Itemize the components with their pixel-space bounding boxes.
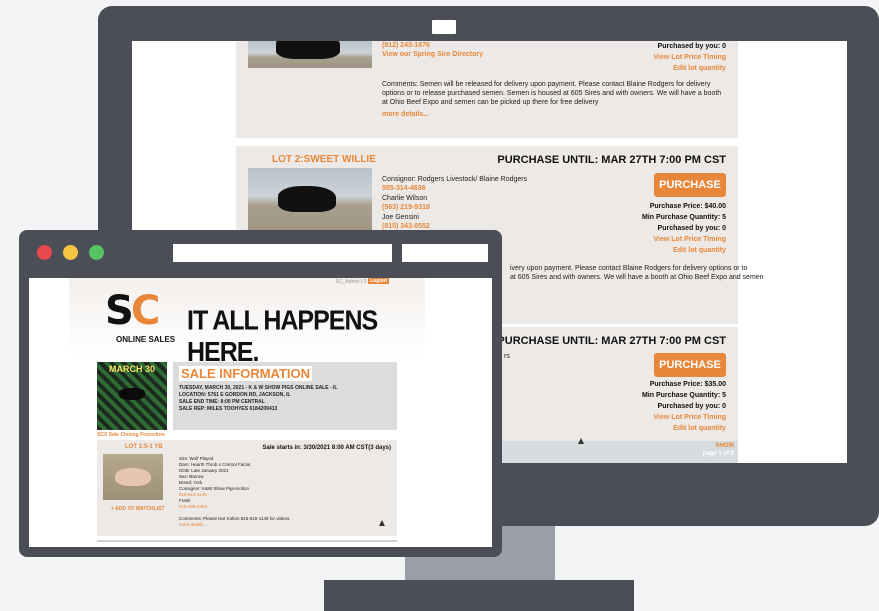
logo-c: C	[131, 288, 161, 334]
consignor-phone[interactable]: (812) 243-1676	[382, 41, 430, 50]
lot-comments: Comments: Please text Kolton 815-515-114…	[179, 516, 291, 521]
lot-breed: Breed: York	[179, 480, 203, 485]
sale-end-time: SALE END TIME: 8:00 PM CENTRAL	[179, 399, 265, 405]
lot-title[interactable]: LOT 1:5-1 YB	[125, 444, 163, 450]
more-details-link[interactable]: more details...	[179, 522, 207, 527]
lot-dam: Dam: Hearth Throb x Control Factor	[179, 462, 251, 467]
browser-viewport: SC_Admin | 0 Items Logout S C ONLINE SAL…	[29, 278, 492, 547]
edit-lot-quantity-link[interactable]: Edit lot quantity	[654, 63, 726, 74]
bull-photo	[248, 168, 372, 230]
minimize-window-icon[interactable]	[63, 245, 78, 260]
site-header: SC_Admin | 0 Items Logout S C ONLINE SAL…	[69, 278, 425, 368]
lot-consignor: Consignor: K&W Show Pigs-Kolton	[179, 486, 250, 491]
hog-image	[119, 388, 145, 400]
min-purchase-quantity: Min Purchase Quantity: 5	[641, 392, 726, 399]
lot-card-1: (812) 243-1676 View our Spring Sire Dire…	[236, 41, 738, 138]
divider	[97, 540, 397, 542]
mouse-cursor-icon	[379, 520, 385, 526]
monitor-base	[324, 580, 634, 611]
mouse-cursor-icon	[578, 438, 584, 444]
consignor-phone[interactable]: 555-314-4636	[382, 184, 426, 193]
contact-name: Frank	[179, 498, 191, 503]
sale-closing-procedure-link[interactable]: SCX Sale Closing Procedure	[97, 432, 165, 438]
bull-photo	[248, 41, 372, 68]
logo-subtitle: ONLINE SALES	[116, 335, 176, 344]
pig-photo[interactable]	[103, 454, 163, 500]
search-bar[interactable]	[402, 244, 488, 262]
view-lot-price-timing-link[interactable]: View Lot Price Timing	[642, 412, 726, 423]
pig-image	[115, 468, 151, 486]
site-tagline: IT ALL HAPPENS HERE.	[187, 305, 378, 368]
close-window-icon[interactable]	[37, 245, 52, 260]
purchased-by-you: Purchased by you: 0	[657, 403, 726, 410]
sale-date-line: TUESDAY, MARCH 30, 2021 - K & W SHOW PIG…	[179, 385, 338, 391]
sale-starts: Sale starts in: 3/30/2021 8:00 AM CST(3 …	[262, 445, 391, 451]
address-bar[interactable]	[173, 244, 392, 262]
sale-rep: SALE REP: MILES TOOHYES 6184209413	[179, 406, 278, 412]
sale-flyer-image[interactable]: MARCH 30	[97, 362, 167, 430]
lot-stats: Purchase Price: $40.00 Min Purchase Quan…	[642, 201, 726, 256]
purchased-by-you: Purchased by you: 0	[657, 225, 726, 232]
contact-name: Joe Gensini	[382, 214, 419, 221]
min-purchase-quantity: Min Purchase Quantity: 5	[641, 214, 726, 221]
bull-image	[276, 41, 340, 59]
lot-panel: LOT 1:5-1 YB + ADD TO WATCHLIST Sale sta…	[97, 440, 397, 536]
hero-illustration: (812) 243-1676 View our Spring Sire Dire…	[0, 0, 879, 611]
lot-comments: ivery upon payment. Please contact Blain…	[510, 265, 748, 272]
purchase-price: Purchase Price: $35.00	[649, 381, 726, 388]
consignor-phone[interactable]: 815-515-1149	[179, 492, 207, 497]
sale-information-title: SALE INFORMATION	[179, 366, 313, 381]
edit-lot-quantity-link[interactable]: Edit lot quantity	[642, 423, 726, 434]
purchase-price: Purchase Price: $40.00	[649, 203, 726, 210]
website: SC_Admin | 0 Items Logout S C ONLINE SAL…	[69, 278, 425, 547]
consignor: rs	[504, 353, 510, 360]
flyer-title: MARCH 30	[108, 364, 155, 374]
consignor: Consignor: Rodgers Livestock/ Blaine Rod…	[382, 176, 528, 183]
sire-directory-link[interactable]: View our Spring Sire Directory	[382, 50, 483, 59]
view-lot-price-timing-link[interactable]: View Lot Price Timing	[654, 52, 726, 63]
pager-show[interactable]: SHOW	[715, 443, 734, 449]
add-to-watchlist-button[interactable]: + ADD TO WATCHLIST	[111, 506, 164, 512]
bull-image	[278, 186, 336, 212]
pager-pages: page 1 of 0	[702, 451, 734, 457]
maximize-window-icon[interactable]	[89, 245, 104, 260]
sale-information-panel: SALE INFORMATION TUESDAY, MARCH 30, 2021…	[173, 362, 397, 430]
purchase-button[interactable]: PURCHASE	[654, 173, 726, 197]
lot-stats: Purchase Price: $35.00 Min Purchase Quan…	[642, 379, 726, 434]
logo-s: S	[105, 288, 134, 334]
purchase-until: PURCHASE UNTIL: MAR 27TH 7:00 PM CST	[497, 154, 726, 166]
contact-name: Charlie Wilson	[382, 195, 428, 202]
lot-comments: Comments: Semen will be released for del…	[382, 81, 722, 106]
view-lot-price-timing-link[interactable]: View Lot Price Timing	[642, 234, 726, 245]
purchase-until: PURCHASE UNTIL: MAR 27TH 7:00 PM CST	[497, 335, 726, 347]
lot-stats: Purchased by you: 0 View Lot Price Timin…	[654, 41, 726, 74]
more-details-link[interactable]: more details...	[382, 110, 429, 119]
edit-lot-quantity-link[interactable]: Edit lot quantity	[642, 245, 726, 256]
sale-location: LOCATION: 5761 E GORDON RD, JACKSON, IL	[179, 392, 291, 398]
monitor-camera	[432, 20, 456, 34]
purchase-button[interactable]: PURCHASE	[654, 353, 726, 377]
contact-phone[interactable]: (563) 219-9318	[382, 203, 430, 212]
lot-dob: DOB: Late January 2021	[179, 468, 229, 473]
lot-sire: Sire: Wolf Played	[179, 456, 214, 461]
lot-comments: at 605 Sires and with owners. We will ha…	[510, 274, 764, 281]
purchased-by-you: Purchased by you: 0	[657, 43, 726, 50]
browser-window: SC_Admin | 0 Items Logout S C ONLINE SAL…	[19, 230, 502, 557]
lot-sex: Sex: Barrow	[179, 474, 204, 479]
lot-title[interactable]: LOT 2:SWEET WILLIE	[272, 154, 376, 165]
logout-button[interactable]: Logout	[368, 278, 389, 284]
contact-phone[interactable]: 815-496-2353	[179, 504, 207, 509]
